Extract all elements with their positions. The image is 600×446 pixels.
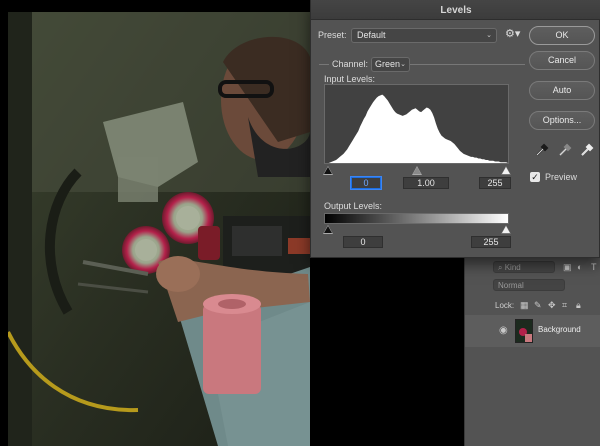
histogram-area	[325, 94, 508, 163]
output-white-slider[interactable]	[501, 225, 511, 234]
layers-panel: ⌕ Kind ▣ ◐ T Normal Lock: ▦ ✎ ✥ ⌗ 🔒︎ ◉ B…	[464, 258, 600, 446]
input-black-field[interactable]: 0	[351, 177, 381, 189]
output-white-field[interactable]: 255	[471, 236, 511, 248]
cancel-button[interactable]: Cancel	[529, 51, 595, 70]
histogram-graph	[325, 94, 508, 163]
gray-eyedropper-icon[interactable]	[557, 143, 573, 159]
layer-filter-kind[interactable]: ⌕ Kind	[493, 261, 555, 273]
layer-thumbnail	[515, 319, 533, 343]
type-filter-icon[interactable]: T	[591, 262, 597, 272]
channel-label: Channel:	[329, 59, 372, 70]
image-filter-icon[interactable]: ▣	[563, 262, 572, 272]
dialog-titlebar[interactable]: Levels	[311, 0, 600, 20]
preset-dropdown[interactable]: Default ⌄	[351, 28, 497, 43]
canvas-photo	[8, 12, 310, 446]
kind-label: Kind	[504, 263, 521, 272]
input-white-slider[interactable]	[501, 166, 511, 175]
levels-dialog: Levels Preset: Default ⌄ ⚙︎▾ Channel: Gr…	[310, 0, 600, 258]
workspace: ⌕ Kind ▣ ◐ T Normal Lock: ▦ ✎ ✥ ⌗ 🔒︎ ◉ B…	[0, 0, 600, 446]
ok-button[interactable]: OK	[529, 26, 595, 45]
output-levels-label: Output Levels:	[324, 201, 383, 211]
output-black-field[interactable]: 0	[343, 236, 383, 248]
input-black-slider[interactable]	[323, 166, 333, 175]
options-button[interactable]: Options...	[529, 111, 595, 130]
lock-all-icon[interactable]: 🔒︎	[576, 300, 581, 310]
black-eyedropper-icon[interactable]	[534, 143, 550, 159]
layer-name: Background	[538, 325, 581, 334]
blend-mode-value: Normal	[498, 281, 524, 290]
checkmark-icon: ✓	[531, 172, 539, 182]
chevron-down-icon: ⌄	[400, 61, 406, 68]
preset-value: Default	[357, 30, 386, 40]
white-eyedropper-icon[interactable]	[579, 143, 595, 159]
artboard-icon[interactable]: ⌗	[562, 300, 567, 310]
lock-position-icon[interactable]: ✥	[548, 300, 556, 310]
eye-icon[interactable]: ◉	[499, 326, 508, 336]
preview-label: Preview	[545, 172, 578, 182]
blend-mode-select[interactable]: Normal	[493, 279, 565, 291]
preset-options-gear-icon[interactable]: ⚙︎▾	[505, 29, 520, 40]
lock-label: Lock:	[495, 301, 515, 310]
auto-button[interactable]: Auto	[529, 81, 595, 100]
input-white-field[interactable]: 255	[479, 177, 511, 189]
output-black-slider[interactable]	[323, 225, 333, 234]
lock-transparent-icon[interactable]: ▦	[520, 300, 529, 310]
channel-value: Green	[375, 59, 401, 69]
lock-pixels-icon[interactable]: ✎	[534, 300, 542, 310]
preview-checkbox[interactable]: ✓	[530, 172, 540, 182]
layer-row-background[interactable]: ◉ Background	[465, 315, 600, 347]
chevron-down-icon: ⌄	[486, 32, 492, 39]
histogram	[324, 84, 509, 164]
preset-label: Preset:	[318, 30, 347, 40]
input-gamma-field[interactable]: 1.00	[403, 177, 449, 189]
output-gradient-bar	[324, 213, 509, 224]
adjustment-filter-icon[interactable]: ◐	[577, 262, 582, 272]
input-gamma-slider[interactable]	[412, 166, 422, 175]
dialog-title: Levels	[440, 5, 472, 16]
search-icon: ⌕	[498, 263, 505, 272]
channel-dropdown[interactable]: Green ⌄	[371, 57, 410, 72]
